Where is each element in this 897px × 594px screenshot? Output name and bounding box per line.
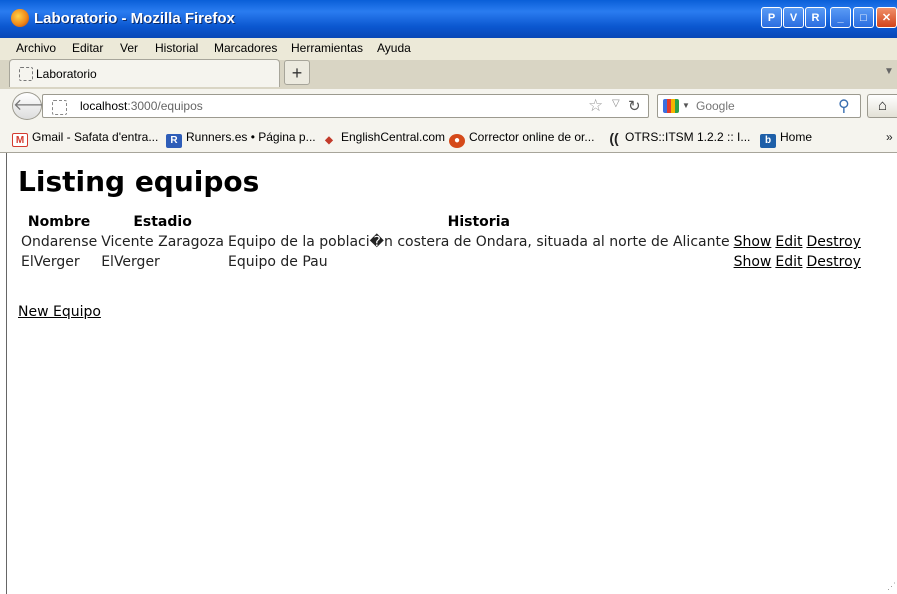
destroy-link[interactable]: Destroy [806,254,860,270]
table-row: Ondarense Vicente Zaragoza Equipo de la … [20,233,862,251]
show-link[interactable]: Show [734,254,772,270]
window-title: Laboratorio - Mozilla Firefox [34,10,235,27]
more-bookmarks-chevron-icon[interactable]: » [886,130,893,144]
new-equipo-link[interactable]: New Equipo [18,304,101,320]
show-link[interactable]: Show [734,234,772,250]
edit-link[interactable]: Edit [775,254,802,270]
search-icon[interactable]: ⚲ [838,96,850,116]
cell-historia: Equipo de la poblaci�n costera de Ondara… [227,234,730,250]
tab-list-chevron-down-icon[interactable]: ▼ [884,66,894,77]
r-button[interactable]: R [805,7,826,28]
gmail-icon: M [12,133,28,147]
bookmark-star-icon[interactable]: ☆ [588,96,603,116]
v-button[interactable]: V [783,7,804,28]
bookmark-corrector[interactable]: ● Corrector online de or... [449,130,594,148]
page-content: Listing equipos Nombre Estadio Historia … [6,153,897,594]
tab-laboratorio[interactable]: Laboratorio [9,59,280,87]
englishcentral-icon: ◆ [325,135,333,146]
url-bar[interactable]: localhost:3000/equipos ☆ ▽ ↻ [42,94,649,118]
url-text[interactable]: localhost:3000/equipos [80,99,203,113]
new-tab-button[interactable]: + [284,60,310,85]
table-header-row: Nombre Estadio Historia [20,213,862,231]
runners-icon: R [166,134,182,148]
site-identity-icon[interactable] [52,100,67,115]
corrector-icon: ● [449,134,465,148]
tab-label: Laboratorio [36,67,97,81]
column-header: Nombre [27,214,91,230]
column-header: Historia [447,214,510,230]
menu-bar: Archivo Editar Ver Historial Marcadores … [0,38,897,60]
navigation-bar: 🡐 localhost:3000/equipos ☆ ▽ ↻ ▼ ⚲ ⌂ [0,89,897,123]
cell-historia: Equipo de Pau [227,254,328,270]
window-titlebar: Laboratorio - Mozilla Firefox P V R _ □ … [0,0,897,39]
page-title: Listing equipos [18,165,260,198]
back-button[interactable]: 🡐 [12,92,56,120]
column-header [733,213,773,231]
search-input[interactable] [696,99,826,113]
column-header [774,213,803,231]
home-button[interactable]: ⌂ [867,94,897,118]
menu-editar[interactable]: Editar [72,41,103,55]
minimize-button[interactable]: _ [830,7,851,28]
menu-ver[interactable]: Ver [120,41,138,55]
menu-historial[interactable]: Historial [155,41,198,55]
google-engine-icon[interactable] [663,99,679,113]
history-dropdown-icon[interactable]: ▽ [612,98,620,109]
column-header [805,213,861,231]
bookmark-home[interactable]: b Home [760,130,812,148]
search-bar[interactable]: ▼ ⚲ [657,94,861,118]
destroy-link[interactable]: Destroy [806,234,860,250]
cell-estadio: Vicente Zaragoza [101,234,224,250]
p-button[interactable]: P [761,7,782,28]
cell-estadio: ElVerger [101,254,160,270]
firefox-icon [11,9,29,27]
page-icon [19,67,33,81]
equipos-table: Nombre Estadio Historia Ondarense Vicent… [18,211,864,273]
resize-grip-icon[interactable]: ⋰ [887,581,896,592]
cell-nombre: Ondarense [21,234,98,250]
edit-link[interactable]: Edit [775,234,802,250]
reload-icon[interactable]: ↻ [628,97,641,115]
bookmark-runners[interactable]: R Runners.es • Página p... [166,130,316,148]
bookmark-englishcentral[interactable]: ◆ EnglishCentral.com [321,130,445,148]
menu-marcadores[interactable]: Marcadores [214,41,277,55]
bookmarks-toolbar: M Gmail - Safata d'entra... R Runners.es •… [0,123,897,153]
engine-dropdown-icon[interactable]: ▼ [682,101,690,110]
table-row: ElVerger ElVerger Equipo de Pau Show Edi… [20,253,862,271]
close-button[interactable]: ✕ [876,7,897,28]
maximize-button[interactable]: □ [853,7,874,28]
bookmark-otrs[interactable]: ((OTRS::ITSM 1.2.2 :: I... [607,130,750,145]
menu-herramientas[interactable]: Herramientas [291,41,363,55]
menu-ayuda[interactable]: Ayuda [377,41,411,55]
b-icon: b [760,134,776,148]
otrs-icon: (( [609,130,619,146]
menu-archivo[interactable]: Archivo [16,41,56,55]
cell-nombre: ElVerger [21,254,80,270]
home-icon: ⌂ [877,97,888,114]
column-header: Estadio [133,214,192,230]
bookmark-gmail[interactable]: M Gmail - Safata d'entra... [12,130,158,147]
